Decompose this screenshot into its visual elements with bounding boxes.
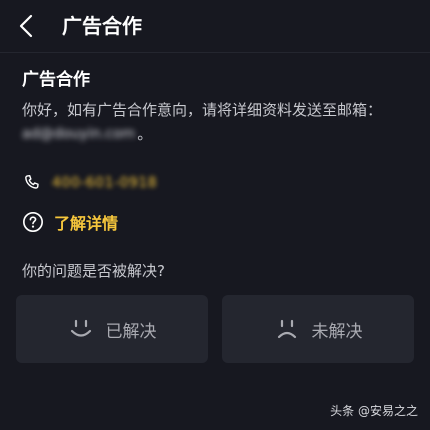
page-title: 广告合作 [62,14,142,38]
unsolved-label: 未解决 [311,321,363,342]
phone-row[interactable]: 400-601-0918 [22,170,157,196]
top-bar: 广告合作 [0,0,430,53]
details-link-row[interactable]: 了解详情 [22,209,118,235]
email-suffix: 。 [137,125,153,143]
back-button[interactable] [12,12,40,40]
unsolved-button[interactable]: 未解决 [222,295,414,363]
watermark: 头条 @安易之之 [330,404,418,418]
smile-icon [70,319,91,337]
chevron-left-icon [19,14,33,38]
email-address[interactable]: ad@douyin.com [22,123,135,145]
section-title: 广告合作 [22,70,90,90]
solved-button[interactable]: 已解决 [16,295,208,363]
help-icon [23,212,43,232]
description-text: 你好，如有广告合作意向，请将详细资料发送至邮箱： [22,101,383,119]
phone-number[interactable]: 400-601-0918 [52,175,157,191]
details-link[interactable]: 了解详情 [54,210,118,234]
frown-icon [277,319,296,339]
solved-label: 已解决 [105,321,157,342]
feedback-question: 你的问题是否被解决? [22,262,165,280]
email-line: ad@douyin.com 。 [22,123,152,145]
phone-icon [25,174,39,189]
